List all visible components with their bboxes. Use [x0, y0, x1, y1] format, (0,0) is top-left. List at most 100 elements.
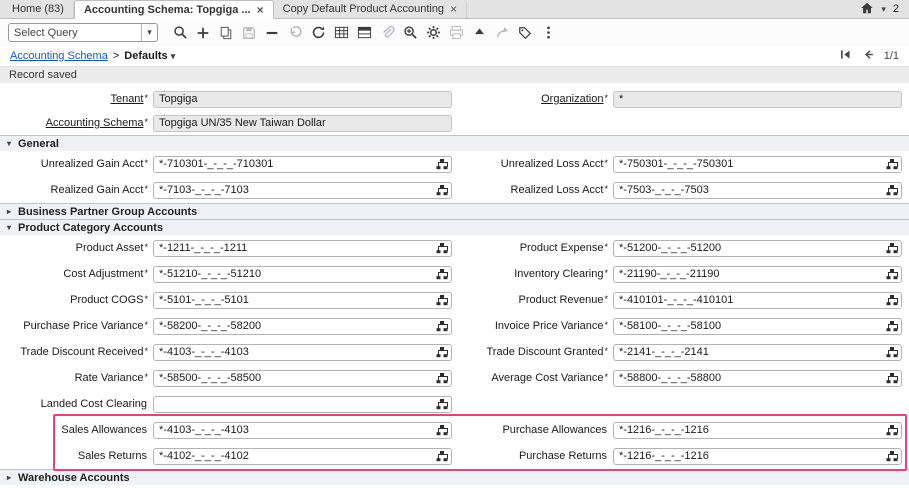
account-field-purchase-allowances[interactable]: *-1216-_-_-_-1216: [613, 422, 902, 439]
account-combination-icon[interactable]: [885, 449, 899, 463]
chevron-down-icon: ▾: [171, 52, 176, 61]
account-field-invoice-price-variance[interactable]: *-58100-_-_-_-58100: [613, 318, 902, 335]
tab-accounting-schema[interactable]: Accounting Schema: Topgiga ... ×: [74, 0, 274, 19]
accounting-schema-defaults-form: Tenant* Topgiga Organization* * Accounti…: [0, 83, 909, 485]
account-field-product-asset[interactable]: *-1211-_-_-_-1211: [153, 240, 452, 257]
account-field-landed-cost-clearing[interactable]: [153, 396, 452, 413]
menu-count-badge[interactable]: 2: [893, 3, 899, 15]
organization-label: Organization*: [457, 93, 608, 105]
section-header-warehouse-accounts[interactable]: ▸ Warehouse Accounts: [0, 469, 909, 485]
account-field-realized-gain[interactable]: *-7103-_-_-_-7103: [153, 182, 452, 199]
account-field-product-cogs[interactable]: *-5101-_-_-_-5101: [153, 292, 452, 309]
account-field-unrealized-loss[interactable]: *-750301-_-_-_-750301: [613, 156, 902, 173]
account-field-sales-returns[interactable]: *-4102-_-_-_-4102: [153, 448, 452, 465]
more-options-icon[interactable]: [537, 22, 559, 43]
account-field-unrealized-gain[interactable]: *-710301-_-_-_-710301: [153, 156, 452, 173]
field-label: Landed Cost Clearing: [0, 398, 148, 410]
refresh-icon[interactable]: [307, 22, 329, 43]
field-label: Product COGS*: [0, 294, 148, 306]
account-combination-icon[interactable]: [435, 267, 449, 281]
field-label: Sales Allowances: [0, 424, 148, 436]
account-combination-icon[interactable]: [435, 319, 449, 333]
account-combination-icon[interactable]: [885, 241, 899, 255]
export-icon[interactable]: [491, 22, 513, 43]
detail-records-icon[interactable]: [353, 22, 375, 43]
home-icon[interactable]: [860, 1, 874, 18]
field-label: Rate Variance*: [0, 372, 148, 384]
tab-copy-default-product-accounting[interactable]: Copy Default Product Accounting ×: [274, 0, 467, 18]
accounting-schema-label-link[interactable]: Accounting Schema: [46, 117, 144, 129]
account-field-purchase-price-variance[interactable]: *-58200-_-_-_-58200: [153, 318, 452, 335]
account-combination-icon[interactable]: [885, 423, 899, 437]
account-field-product-expense[interactable]: *-51200-_-_-_-51200: [613, 240, 902, 257]
section-title: Business Partner Group Accounts: [18, 206, 197, 218]
field-label: Realized Loss Acct*: [457, 184, 608, 196]
select-query-dropdown[interactable]: Select Query ▾: [8, 23, 158, 42]
process-gear-icon[interactable]: [422, 22, 444, 43]
close-icon[interactable]: ×: [257, 4, 264, 16]
section-title: Warehouse Accounts: [18, 472, 130, 484]
account-combination-icon[interactable]: [885, 371, 899, 385]
field-label: Purchase Allowances: [457, 424, 608, 436]
field-label: Unrealized Gain Acct*: [0, 158, 148, 170]
required-marker: *: [144, 93, 148, 103]
account-combination-icon[interactable]: [435, 397, 449, 411]
delete-icon[interactable]: [261, 22, 283, 43]
attachment-icon[interactable]: [376, 22, 398, 43]
chevron-down-icon[interactable]: ▾: [881, 5, 886, 14]
form-row: Accounting Schema* Topgiga UN/35 New Tai…: [0, 111, 909, 135]
tenant-field: Topgiga: [153, 91, 452, 108]
first-record-icon[interactable]: [839, 48, 852, 64]
section-header-product-category-accounts[interactable]: ▾ Product Category Accounts: [0, 219, 909, 235]
close-icon[interactable]: ×: [450, 3, 457, 15]
tenant-label-link[interactable]: Tenant: [110, 93, 143, 105]
form-row: Tenant* Topgiga Organization* *: [0, 87, 909, 111]
window-tab-bar: Home (83) Accounting Schema: Topgiga ...…: [0, 0, 909, 19]
copy-record-icon[interactable]: [215, 22, 237, 43]
print-icon[interactable]: [445, 22, 467, 43]
section-header-business-partner-group-accounts[interactable]: ▸ Business Partner Group Accounts: [0, 203, 909, 219]
previous-record-icon[interactable]: [861, 48, 875, 64]
organization-label-link[interactable]: Organization: [541, 93, 603, 105]
account-combination-icon[interactable]: [435, 293, 449, 307]
account-field-average-cost-variance[interactable]: *-58800-_-_-_-58800: [613, 370, 902, 387]
account-field-trade-discount-granted[interactable]: *-2141-_-_-_-2141: [613, 344, 902, 361]
account-combination-icon[interactable]: [435, 241, 449, 255]
zoom-across-icon[interactable]: [399, 22, 421, 43]
record-position: 1/1: [884, 50, 899, 62]
account-combination-icon[interactable]: [435, 183, 449, 197]
account-field-sales-allowances[interactable]: *-4103-_-_-_-4103: [153, 422, 452, 439]
account-field-cost-adjustment[interactable]: *-51210-_-_-_-51210: [153, 266, 452, 283]
account-combination-icon[interactable]: [885, 293, 899, 307]
section-header-general[interactable]: ▾ General: [0, 135, 909, 151]
collapse-arrow-icon: ▾: [5, 139, 13, 148]
find-icon[interactable]: [169, 22, 191, 43]
archive-icon[interactable]: [468, 22, 490, 43]
breadcrumb-current-dropdown[interactable]: Defaults ▾: [124, 50, 175, 62]
account-combination-icon[interactable]: [435, 371, 449, 385]
account-combination-icon[interactable]: [885, 183, 899, 197]
account-combination-icon[interactable]: [435, 423, 449, 437]
account-field-inventory-clearing[interactable]: *-21190-_-_-_-21190: [613, 266, 902, 283]
account-combination-icon[interactable]: [885, 319, 899, 333]
account-combination-icon[interactable]: [885, 267, 899, 281]
account-combination-icon[interactable]: [885, 345, 899, 359]
account-field-trade-discount-received[interactable]: *-4103-_-_-_-4103: [153, 344, 452, 361]
new-record-icon[interactable]: [192, 22, 214, 43]
grid-toggle-icon[interactable]: [330, 22, 352, 43]
account-field-product-revenue[interactable]: *-410101-_-_-_-410101: [613, 292, 902, 309]
account-field-purchase-returns[interactable]: *-1216-_-_-_-1216: [613, 448, 902, 465]
save-icon[interactable]: [238, 22, 260, 43]
account-combination-icon[interactable]: [435, 157, 449, 171]
account-combination-icon[interactable]: [885, 157, 899, 171]
section-title: Product Category Accounts: [18, 222, 163, 234]
label-tag-icon[interactable]: [514, 22, 536, 43]
account-field-realized-loss[interactable]: *-7503-_-_-_-7503: [613, 182, 902, 199]
form-row: Realized Gain Acct* *-7103-_-_-_-7103 Re…: [0, 177, 909, 203]
account-field-rate-variance[interactable]: *-58500-_-_-_-58500: [153, 370, 452, 387]
undo-icon[interactable]: [284, 22, 306, 43]
account-combination-icon[interactable]: [435, 449, 449, 463]
account-combination-icon[interactable]: [435, 345, 449, 359]
tab-home[interactable]: Home (83): [3, 0, 74, 18]
breadcrumb-parent-link[interactable]: Accounting Schema: [10, 50, 108, 62]
